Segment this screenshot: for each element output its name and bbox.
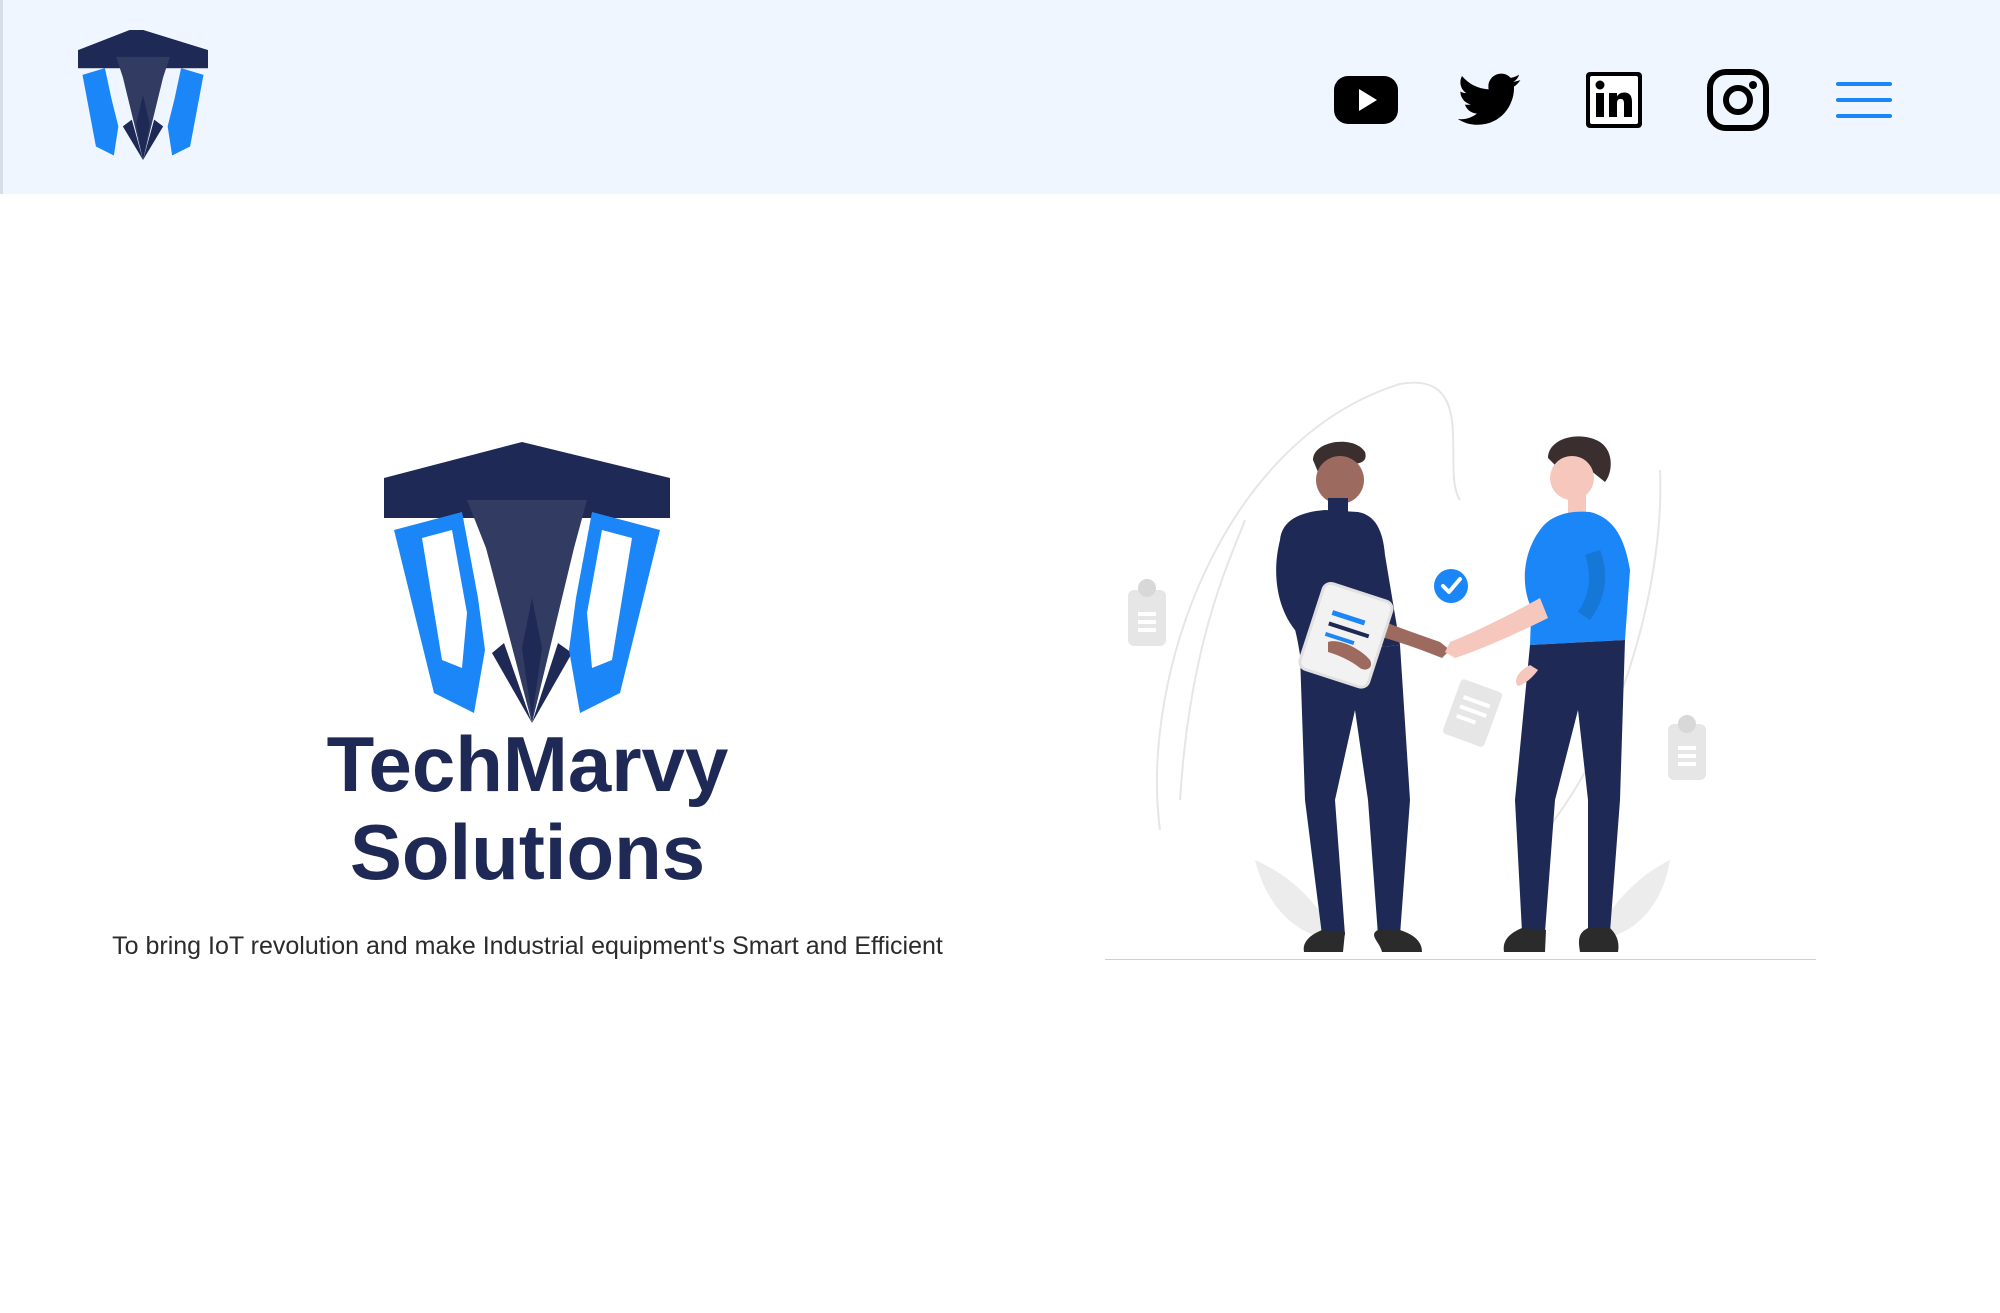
instagram-link[interactable] [1702, 64, 1774, 136]
twitter-icon [1458, 73, 1521, 125]
brand-name-line1: TechMarvy [326, 720, 729, 808]
paper-icon [1443, 679, 1502, 747]
tagline: To bring IoT revolution and make Industr… [112, 932, 943, 960]
hero-logo [382, 438, 672, 728]
person-left [1276, 441, 1450, 952]
techmarvy-logo-icon [78, 30, 208, 160]
header-logo[interactable] [78, 30, 208, 160]
handshake-illustration-image [1105, 381, 1816, 961]
hamburger-menu-icon [1836, 82, 1892, 118]
twitter-link[interactable] [1454, 64, 1526, 136]
checkmark-icon [1434, 569, 1468, 603]
menu-button[interactable] [1828, 64, 1900, 136]
instagram-icon [1707, 69, 1769, 131]
techmarvy-logo-icon [384, 442, 670, 723]
linkedin-icon [1586, 72, 1642, 128]
site-header [0, 0, 2000, 194]
brand-name-line2: Solutions [349, 808, 706, 896]
handshake-illustration [1100, 380, 1820, 961]
tag-left-icon [1128, 579, 1166, 646]
linkedin-link[interactable] [1578, 64, 1650, 136]
brand-name: TechMarvy Solutions [90, 720, 965, 896]
youtube-link[interactable] [1330, 64, 1402, 136]
tag-right-icon [1668, 715, 1706, 780]
youtube-icon [1334, 76, 1398, 124]
